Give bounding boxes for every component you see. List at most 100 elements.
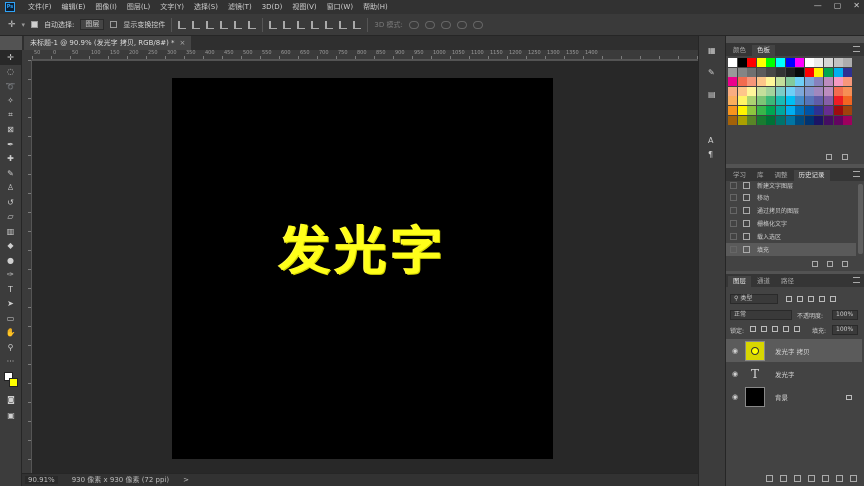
quick-mask-icon[interactable]: ◙ bbox=[0, 392, 22, 407]
tab-libraries[interactable]: 库 bbox=[752, 170, 769, 181]
color-swatch[interactable] bbox=[747, 77, 757, 87]
menu-file[interactable]: 文件(F) bbox=[23, 2, 57, 12]
menu-type[interactable]: 文字(Y) bbox=[155, 2, 189, 12]
lock-all-icon[interactable] bbox=[794, 326, 800, 332]
color-swatch[interactable] bbox=[766, 58, 776, 67]
color-swatch[interactable] bbox=[766, 105, 776, 115]
color-swatch[interactable] bbox=[823, 77, 833, 87]
color-swatch[interactable] bbox=[823, 105, 833, 115]
color-swatch[interactable] bbox=[766, 77, 776, 87]
menu-window[interactable]: 窗口(W) bbox=[322, 2, 358, 12]
swatches-dock-icon[interactable]: ▦ bbox=[708, 46, 716, 55]
3d-pan-icon[interactable] bbox=[440, 20, 451, 29]
color-swatch[interactable] bbox=[747, 86, 757, 96]
color-swatch[interactable] bbox=[785, 96, 795, 106]
lock-position-icon[interactable] bbox=[772, 326, 778, 332]
history-snapshot-box[interactable] bbox=[730, 207, 737, 214]
color-swatch[interactable] bbox=[843, 86, 853, 96]
color-swatch[interactable] bbox=[804, 96, 814, 106]
history-scrollbar[interactable] bbox=[858, 184, 863, 254]
color-swatch[interactable] bbox=[823, 115, 833, 125]
color-swatch[interactable] bbox=[756, 58, 766, 67]
color-swatch[interactable] bbox=[728, 105, 737, 115]
color-swatch[interactable] bbox=[756, 86, 766, 96]
auto-select-checkbox[interactable] bbox=[31, 21, 39, 28]
tab-paths[interactable]: 路径 bbox=[776, 276, 799, 287]
align-hcenter-icon[interactable] bbox=[234, 20, 243, 29]
delete-layer-icon[interactable] bbox=[850, 475, 857, 482]
status-menu-arrow[interactable]: > bbox=[183, 476, 189, 484]
lock-artboard-icon[interactable] bbox=[783, 326, 789, 332]
color-swatch[interactable] bbox=[843, 115, 853, 125]
layer-row[interactable]: ◉ T 发光字 bbox=[726, 362, 862, 385]
color-swatch[interactable] bbox=[737, 86, 747, 96]
filter-pixel-icon[interactable] bbox=[786, 296, 792, 302]
history-snapshot-box[interactable] bbox=[730, 194, 737, 201]
color-swatch[interactable] bbox=[728, 77, 737, 87]
color-swatch[interactable] bbox=[795, 96, 805, 106]
blend-mode-dropdown[interactable]: 正常 bbox=[730, 310, 792, 320]
color-swatch[interactable] bbox=[814, 86, 824, 96]
color-swatch[interactable] bbox=[728, 58, 737, 67]
new-layer-icon[interactable] bbox=[836, 475, 843, 482]
color-swatch[interactable] bbox=[775, 96, 785, 106]
lasso-tool-icon[interactable]: ➰ bbox=[0, 79, 21, 94]
auto-select-dropdown[interactable]: 图层 bbox=[80, 19, 105, 30]
color-swatch[interactable] bbox=[775, 115, 785, 125]
color-swatch[interactable] bbox=[747, 67, 757, 77]
color-swatch[interactable] bbox=[737, 96, 747, 106]
color-swatch[interactable] bbox=[747, 105, 757, 115]
color-swatch[interactable] bbox=[728, 86, 737, 96]
color-swatch[interactable] bbox=[804, 77, 814, 87]
color-swatch[interactable] bbox=[775, 105, 785, 115]
new-group-icon[interactable] bbox=[822, 475, 829, 482]
add-mask-icon[interactable] bbox=[794, 475, 801, 482]
tab-color[interactable]: 颜色 bbox=[728, 45, 751, 56]
3d-roll-icon[interactable] bbox=[424, 20, 435, 29]
background-color-swatch[interactable] bbox=[9, 378, 18, 387]
color-swatch[interactable] bbox=[843, 58, 853, 67]
history-snapshot-box[interactable] bbox=[730, 233, 737, 240]
adjustment-layer-icon[interactable] bbox=[808, 475, 815, 482]
distribute-hcenter-icon[interactable] bbox=[325, 20, 334, 29]
visibility-eye-icon[interactable]: ◉ bbox=[731, 393, 739, 401]
color-swatch[interactable] bbox=[756, 67, 766, 77]
color-swatch[interactable] bbox=[775, 67, 785, 77]
color-swatch[interactable] bbox=[775, 77, 785, 87]
distribute-left-icon[interactable] bbox=[311, 20, 320, 29]
color-swatch[interactable] bbox=[728, 96, 737, 106]
color-swatch[interactable] bbox=[814, 96, 824, 106]
color-swatch[interactable] bbox=[833, 115, 843, 125]
tool-preset-dropdown[interactable]: ▾ bbox=[22, 21, 26, 29]
color-swatch[interactable] bbox=[804, 105, 814, 115]
color-swatch[interactable] bbox=[766, 67, 776, 77]
color-swatch[interactable] bbox=[756, 96, 766, 106]
char-dock-icon[interactable]: A bbox=[708, 136, 713, 145]
color-swatch[interactable] bbox=[795, 67, 805, 77]
visibility-eye-icon[interactable]: ◉ bbox=[731, 370, 739, 378]
color-swatch[interactable] bbox=[785, 86, 795, 96]
distribute-top-icon[interactable] bbox=[269, 20, 278, 29]
dodge-tool-icon[interactable]: ● bbox=[0, 253, 21, 268]
para-dock-icon[interactable]: ¶ bbox=[708, 150, 713, 159]
crop-tool-icon[interactable]: ⌗ bbox=[0, 108, 21, 123]
new-document-from-state-icon[interactable] bbox=[812, 261, 818, 267]
marquee-tool-icon[interactable]: ◌ bbox=[0, 65, 21, 80]
document-tab[interactable]: 未标题-1 @ 90.9% (发光字 拷贝, RGB/8#) * × bbox=[24, 36, 192, 50]
panel-menu-icon[interactable] bbox=[853, 171, 860, 177]
frame-tool-icon[interactable]: ⊠ bbox=[0, 123, 21, 138]
color-swatch[interactable] bbox=[823, 86, 833, 96]
menu-view[interactable]: 视图(V) bbox=[287, 2, 321, 12]
lock-transparency-icon[interactable] bbox=[750, 326, 756, 332]
color-swatch[interactable] bbox=[804, 115, 814, 125]
color-swatch[interactable] bbox=[785, 67, 795, 77]
minimize-button[interactable]: — bbox=[814, 1, 822, 10]
move-tool-icon[interactable]: ✛ bbox=[8, 20, 16, 30]
color-swatch[interactable] bbox=[747, 58, 757, 67]
color-swatch[interactable] bbox=[814, 77, 824, 87]
tab-learn[interactable]: 学习 bbox=[728, 170, 751, 181]
filter-smart-icon[interactable] bbox=[830, 296, 836, 302]
color-swatch[interactable] bbox=[795, 86, 805, 96]
blur-tool-icon[interactable]: ◆ bbox=[0, 239, 21, 254]
color-swatch[interactable] bbox=[804, 86, 814, 96]
